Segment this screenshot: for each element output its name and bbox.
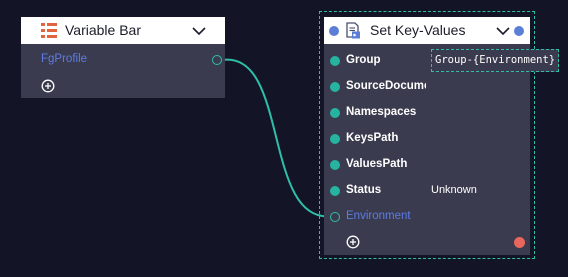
input-label-sourcedocument: SourceDocument xyxy=(346,80,426,92)
graph-canvas[interactable]: Variable Bar FgProfile Set Key-Values Gr… xyxy=(0,0,568,277)
add-circle-icon[interactable] xyxy=(346,235,360,249)
variable-output-port[interactable] xyxy=(212,55,222,65)
list-table-icon xyxy=(41,23,57,38)
group-value-field[interactable]: Group-{Environment} xyxy=(431,49,559,72)
chevron-down-icon[interactable] xyxy=(496,24,510,36)
connection-wire-fgprofile-environment[interactable] xyxy=(221,58,334,218)
input-port-status[interactable] xyxy=(330,186,340,196)
chevron-down-icon[interactable] xyxy=(192,24,206,36)
set-key-values-node[interactable]: Set Key-Values Group Group-{Environment}… xyxy=(324,17,559,255)
flow-output-port[interactable] xyxy=(514,26,524,36)
status-value: Unknown xyxy=(431,184,477,196)
input-label-status: Status xyxy=(346,184,382,196)
variable-bar-title: Variable Bar xyxy=(65,22,142,38)
error-status-dot xyxy=(514,237,525,248)
input-port-keyspath[interactable] xyxy=(330,134,340,144)
input-port-valuespath[interactable] xyxy=(330,160,340,170)
input-port-namespaces[interactable] xyxy=(330,108,340,118)
set-key-values-title: Set Key-Values xyxy=(370,22,466,38)
variable-bar-header[interactable]: Variable Bar xyxy=(21,17,225,44)
input-port-sourcedocument[interactable] xyxy=(330,82,340,92)
variable-bar-node[interactable]: Variable Bar FgProfile xyxy=(21,17,225,98)
input-port-group[interactable] xyxy=(330,56,340,66)
input-label-keyspath: KeysPath xyxy=(346,132,399,144)
variable-item-fgprofile[interactable]: FgProfile xyxy=(41,53,87,65)
add-circle-icon[interactable] xyxy=(41,79,55,93)
input-label-namespaces: Namespaces xyxy=(346,106,417,118)
input-label-environment: Environment xyxy=(346,210,411,222)
input-label-group: Group xyxy=(346,54,381,66)
input-port-environment[interactable] xyxy=(330,212,340,222)
set-key-values-header[interactable]: Set Key-Values xyxy=(324,17,530,44)
flow-input-port[interactable] xyxy=(329,26,339,36)
input-label-valuespath: ValuesPath xyxy=(346,158,408,170)
document-key-icon xyxy=(345,22,361,39)
